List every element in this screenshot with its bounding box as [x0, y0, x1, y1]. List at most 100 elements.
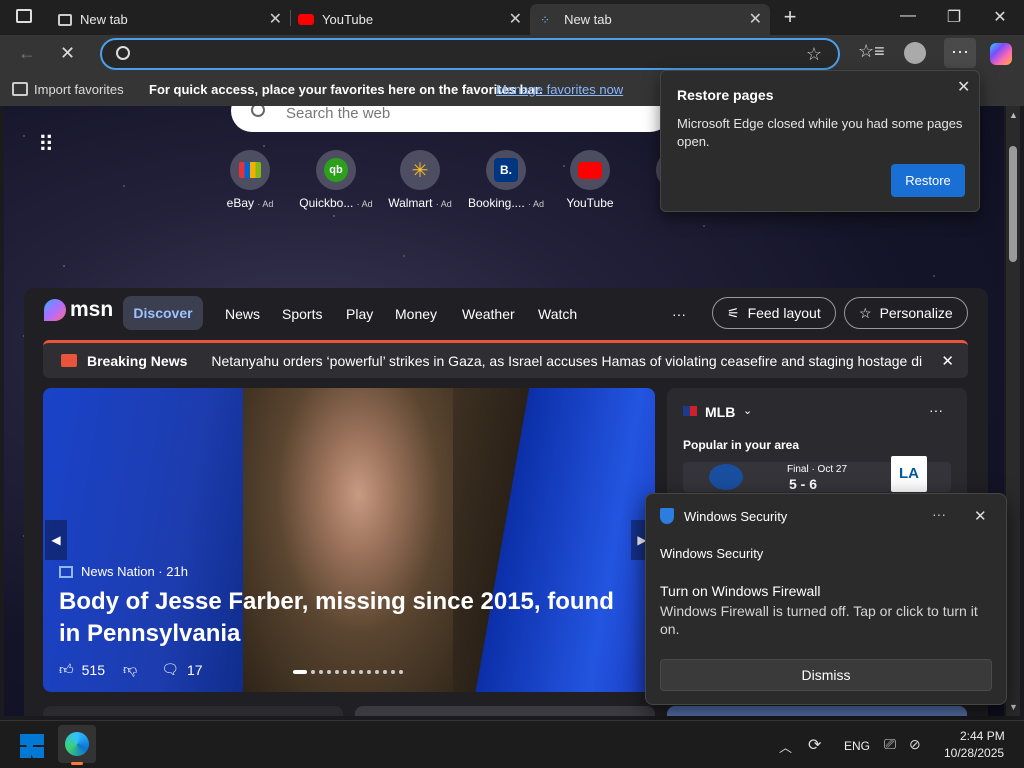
article-headline[interactable]: Body of Jesse Farber, missing since 2015… — [59, 586, 619, 650]
shortcut-ebay[interactable]: eBay · Ad — [210, 150, 290, 210]
scroll-down-icon[interactable]: ▼ — [1009, 702, 1018, 712]
shortcut-youtube[interactable]: YouTube — [550, 150, 630, 210]
restore-window-icon[interactable]: ❐ — [944, 7, 964, 27]
shield-icon — [660, 508, 674, 524]
nav-money[interactable]: Money — [395, 306, 437, 322]
carousel-dots[interactable] — [293, 670, 403, 674]
feed-card-row — [355, 706, 655, 716]
close-tab-icon[interactable]: ✕ — [509, 9, 522, 29]
nav-sports[interactable]: Sports — [282, 306, 322, 322]
nav-discover[interactable]: Discover — [123, 296, 203, 330]
address-bar[interactable]: ☆ — [100, 38, 840, 70]
chevron-down-icon[interactable]: ⌄ — [743, 404, 752, 417]
nav-weather[interactable]: Weather — [462, 306, 515, 322]
like-count: 515 — [81, 661, 105, 678]
copilot-icon[interactable] — [990, 43, 1012, 65]
scroll-thumb[interactable] — [1009, 146, 1017, 262]
tab-new-tab-1[interactable]: New tab ✕ — [50, 4, 290, 35]
tab-title: New tab — [80, 12, 128, 27]
address-input[interactable] — [142, 44, 782, 66]
clock-time[interactable]: 2:44 PM — [960, 729, 1005, 743]
import-favorites-button[interactable]: Import favorites — [34, 82, 124, 97]
edge-logo-icon — [65, 732, 89, 756]
close-icon[interactable]: ✕ — [941, 352, 954, 370]
shortcut-label: Quickbo... — [299, 196, 354, 210]
search-box[interactable]: Search the web — [231, 106, 671, 132]
article-reactions: 👍︎ 515 👎︎ 🗨︎ 17 — [59, 661, 203, 678]
minimize-icon[interactable]: — — [898, 7, 918, 25]
breaking-news-label: Breaking News — [87, 352, 188, 369]
search-icon — [116, 46, 130, 60]
ebay-icon — [230, 150, 270, 190]
close-tab-icon[interactable]: ✕ — [269, 9, 282, 29]
breaking-news-text: Netanyahu orders ‘powerful’ strikes in G… — [211, 352, 924, 369]
nav-more-icon[interactable]: ··· — [672, 306, 686, 322]
windows-security-toast[interactable]: Windows Security ··· ✕ Windows Security … — [645, 493, 1007, 705]
booking-icon: B. — [486, 150, 526, 190]
new-tab-icon[interactable]: + — [780, 4, 800, 30]
youtube-icon — [298, 14, 314, 25]
back-icon[interactable]: ← — [18, 43, 36, 64]
close-window-icon[interactable]: ✕ — [990, 7, 1010, 27]
add-favorite-star-icon[interactable]: ☆ — [806, 44, 822, 65]
manage-favorites-link[interactable]: Manage favorites now — [496, 82, 623, 97]
app-launcher-icon[interactable]: ⠿ — [38, 132, 54, 158]
close-icon[interactable]: ✕ — [957, 77, 970, 97]
msn-logo-text: msn — [70, 298, 114, 321]
shortcut-walmart[interactable]: ✳ Walmart · Ad — [380, 150, 460, 210]
shortcut-label: Walmart — [388, 196, 433, 210]
personalize-button[interactable]: ☆ Personalize — [844, 297, 968, 329]
toast-title: Turn on Windows Firewall — [660, 583, 821, 599]
league-label[interactable]: MLB — [705, 404, 735, 420]
show-hidden-icons-chevron-up-icon[interactable]: ︿ — [779, 737, 792, 756]
toast-app-name: Windows Security — [684, 509, 788, 524]
display-icon[interactable]: ⎚ — [884, 736, 896, 753]
windows-start-icon[interactable] — [20, 734, 44, 758]
page-icon — [58, 13, 72, 26]
nav-news[interactable]: News — [225, 306, 260, 322]
ad-badge: · Ad — [435, 199, 452, 209]
tab-youtube[interactable]: YouTube ✕ — [290, 4, 530, 35]
scroll-up-icon[interactable]: ▲ — [1009, 110, 1018, 120]
close-tab-icon[interactable]: ✕ — [749, 9, 762, 29]
hero-article[interactable]: ◀ ▶ News Nation · 21h Body of Jesse Farb… — [43, 388, 655, 692]
dismiss-button[interactable]: Dismiss — [660, 659, 992, 691]
more-options-icon[interactable]: ··· — [929, 402, 943, 418]
browser-toolbar: ← ✕ ☆ ☆≡ ··· — [0, 35, 1024, 73]
msn-logo[interactable]: msn — [44, 298, 113, 322]
article-source: News Nation · 21h — [59, 564, 188, 579]
tab-new-tab-active[interactable]: ⁘ New tab ✕ — [530, 4, 770, 35]
shortcut-quickbooks[interactable]: qb Quickbo... · Ad — [296, 150, 376, 210]
tab-actions-icon[interactable] — [16, 9, 32, 23]
ad-badge: · Ad — [356, 199, 373, 209]
close-icon[interactable]: ✕ — [974, 507, 987, 525]
more-options-icon[interactable]: ··· — [932, 506, 946, 522]
settings-more-icon[interactable]: ··· — [944, 38, 976, 68]
profile-avatar[interactable] — [904, 42, 926, 64]
like-icon[interactable]: 👍︎ — [59, 661, 74, 678]
favorites-icon[interactable]: ☆≡ — [858, 41, 885, 62]
nav-play[interactable]: Play — [346, 306, 373, 322]
nav-watch[interactable]: Watch — [538, 306, 577, 322]
dislike-icon[interactable]: 👎︎ — [123, 661, 137, 678]
previous-icon[interactable]: ◀ — [45, 520, 67, 560]
update-sync-icon[interactable]: ⟳ — [808, 735, 821, 755]
stop-loading-icon[interactable]: ✕ — [60, 43, 75, 64]
personalize-label: Personalize — [879, 305, 953, 321]
blue-jays-logo — [709, 464, 743, 490]
clock-date[interactable]: 10/28/2025 — [944, 746, 1004, 760]
tab-strip: New tab ✕ YouTube ✕ ⁘ New tab ✕ + — ❐ ✕ — [0, 0, 1024, 35]
ad-badge: · Ad — [528, 199, 545, 209]
restore-button[interactable]: Restore — [891, 164, 965, 197]
youtube-icon — [570, 150, 610, 190]
shortcut-booking[interactable]: B. Booking.... · Ad — [466, 150, 546, 210]
feed-layout-button[interactable]: ⚟ Feed layout — [712, 297, 836, 329]
language-indicator[interactable]: ENG — [844, 739, 870, 753]
page-scrollbar[interactable]: ▲ ▼ — [1006, 106, 1020, 716]
game-row[interactable]: Final · Oct 27 5 - 6 LA — [683, 456, 951, 492]
tab-title: YouTube — [322, 12, 374, 27]
breaking-news-bar[interactable]: Breaking News Netanyahu orders ‘powerful… — [43, 340, 968, 378]
comment-icon[interactable]: 🗨︎ — [161, 661, 179, 678]
network-icon[interactable]: ⊘ — [909, 736, 921, 753]
feed-card-row — [667, 706, 967, 716]
